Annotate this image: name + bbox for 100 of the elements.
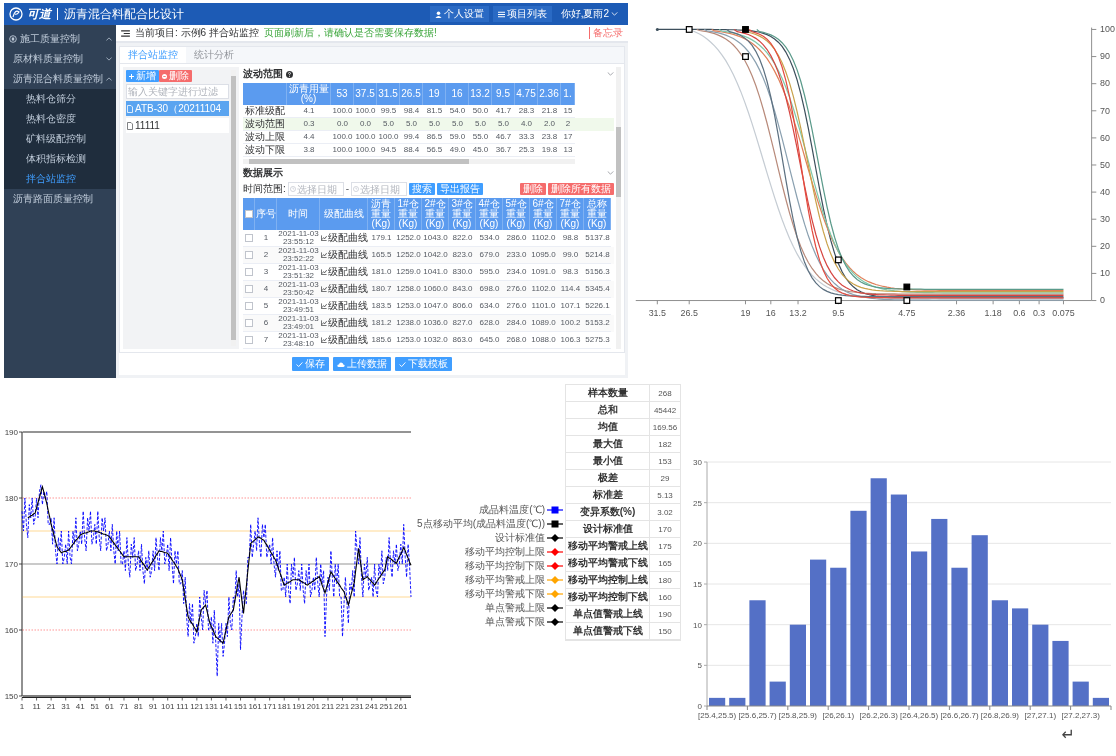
table-cell: 2021-11-03 23:48:10: [277, 332, 320, 349]
table-cell: 样本数量: [566, 385, 650, 402]
table-cell: 180: [650, 572, 680, 589]
table-cell: 1032.0: [422, 332, 449, 349]
axis-label: 0.3: [1032, 308, 1046, 319]
axis-label: [25.4,25.5): [697, 711, 737, 720]
axis-label: 21: [46, 702, 56, 711]
column-header: 1#仓重量(Kg): [395, 198, 422, 230]
logo-text: 可道: [27, 6, 51, 22]
axis-label: 5: [697, 661, 702, 671]
axis-label: 91: [148, 702, 158, 711]
axis-label: 10: [1100, 268, 1110, 279]
column-header: 37.5: [354, 83, 377, 105]
column-header: 53: [331, 83, 354, 105]
axis-label: 41: [75, 702, 85, 711]
legend-label: 单点警戒上限: [485, 602, 545, 613]
axis-label: [26.4,26.5): [899, 711, 939, 720]
table-cell: 94.5: [377, 144, 400, 157]
axis-label: 16: [765, 308, 776, 319]
filter-label: 时间范围:: [243, 183, 286, 195]
column-header: 总称重量(Kg): [584, 198, 611, 230]
table-cell: 49.0: [446, 144, 469, 157]
axis-label: [26.6,26.7): [940, 711, 979, 720]
column-header: 6#仓重量(Kg): [530, 198, 557, 230]
axis-label: 0.6: [1013, 308, 1026, 319]
column-header: 2#仓重量(Kg): [422, 198, 449, 230]
axis-label: 170: [4, 560, 18, 569]
paragraph-mark: ↵: [1061, 726, 1075, 744]
table-cell: 单点值警戒上线: [566, 606, 650, 623]
column-header: 26.5: [400, 83, 423, 105]
column-header: 沥青用量(%): [287, 83, 331, 105]
axis-label: 4.75: [898, 308, 916, 319]
table-cell: 160: [650, 589, 680, 606]
table-cell: 标准差: [566, 487, 650, 504]
section-title: 数据展示: [243, 167, 283, 179]
table-cell: 45442: [650, 402, 680, 419]
column-header: 31.5: [377, 83, 400, 105]
axis-label: 231: [350, 702, 364, 711]
legend-label: 移动平均警戒下限: [465, 588, 545, 599]
axis-label: 31.5: [648, 308, 666, 319]
axis-label: 20: [1100, 241, 1110, 252]
axis-label: 13.2: [789, 308, 807, 319]
axis-label: [27,27.1): [1024, 711, 1057, 720]
table-cell: 169.56: [650, 419, 680, 436]
table-cell: 13: [561, 144, 575, 157]
axis-label: 51: [90, 702, 100, 711]
table-cell: 268.0: [503, 332, 530, 349]
axis-label: 160: [4, 626, 18, 635]
table-cell: 88.4: [400, 144, 423, 157]
axis-label: [25.6,25.7): [738, 711, 777, 720]
table-cell: 移动平均控制下线: [566, 589, 650, 606]
axis-label: 25: [693, 498, 702, 508]
axis-label: 191: [292, 702, 306, 711]
axis-label: [27.2,27.3): [1061, 711, 1100, 720]
axis-label: 80: [1100, 78, 1110, 89]
table-cell: 最大值: [566, 436, 650, 453]
column-header: 7#仓重量(Kg): [557, 198, 584, 230]
axis-label: 10: [693, 620, 702, 630]
table-cell: 170: [650, 521, 680, 538]
column-header: 16: [446, 83, 469, 105]
axis-label: 1: [19, 702, 25, 711]
table-cell: 1253.0: [395, 332, 422, 349]
table-cell: 变异系数(%): [566, 504, 650, 521]
table-cell: 29: [650, 470, 680, 487]
section-title: 波动范围: [243, 68, 283, 80]
table-cell: 645.0: [476, 332, 503, 349]
table-cell: 268: [650, 385, 680, 402]
table-cell: 165: [650, 555, 680, 572]
axis-label: 90: [1100, 51, 1110, 62]
axis-label: 61: [104, 702, 114, 711]
table-cell: 总和: [566, 402, 650, 419]
breadcrumb: 当前项目: 示例6 拌合站监控: [135, 27, 259, 39]
table-cell: 移动平均控制上线: [566, 572, 650, 589]
axis-label: 111: [176, 702, 189, 711]
row-header: 波动下限: [243, 144, 287, 157]
column-header: 5#仓重量(Kg): [503, 198, 530, 230]
column-header: 沥青重量(Kg): [368, 198, 395, 230]
axis-label: 11: [32, 702, 41, 711]
legend-label: 单点警戒下限: [485, 616, 545, 627]
table-cell: 36.7: [492, 144, 515, 157]
axis-label: 201: [306, 702, 321, 711]
axis-label: 151: [233, 702, 248, 711]
notice-text: 页面刷新后，请确认是否需要保存数据!: [263, 27, 437, 39]
axis-label: 121: [190, 702, 204, 711]
table-cell: 极差: [566, 470, 650, 487]
column-header: 13.2: [469, 83, 492, 105]
legend-label: 移动平均警戒上限: [465, 574, 545, 585]
axis-label: 171: [263, 702, 277, 711]
axis-label: 2.36: [947, 308, 966, 319]
column-header: 时间: [277, 198, 320, 230]
table-cell: 185.6: [368, 332, 395, 349]
axis-label: 26.5: [680, 308, 698, 319]
table-cell: 56.5: [423, 144, 446, 157]
table-cell: 1088.0: [530, 332, 557, 349]
axis-label: [26.8,26.9): [980, 711, 1020, 720]
table-cell: 100.0: [354, 144, 377, 157]
column-header: 3#仓重量(Kg): [449, 198, 476, 230]
axis-label: 131: [204, 702, 219, 711]
table-cell: 19.8: [538, 144, 561, 157]
axis-label: 211: [321, 702, 335, 711]
